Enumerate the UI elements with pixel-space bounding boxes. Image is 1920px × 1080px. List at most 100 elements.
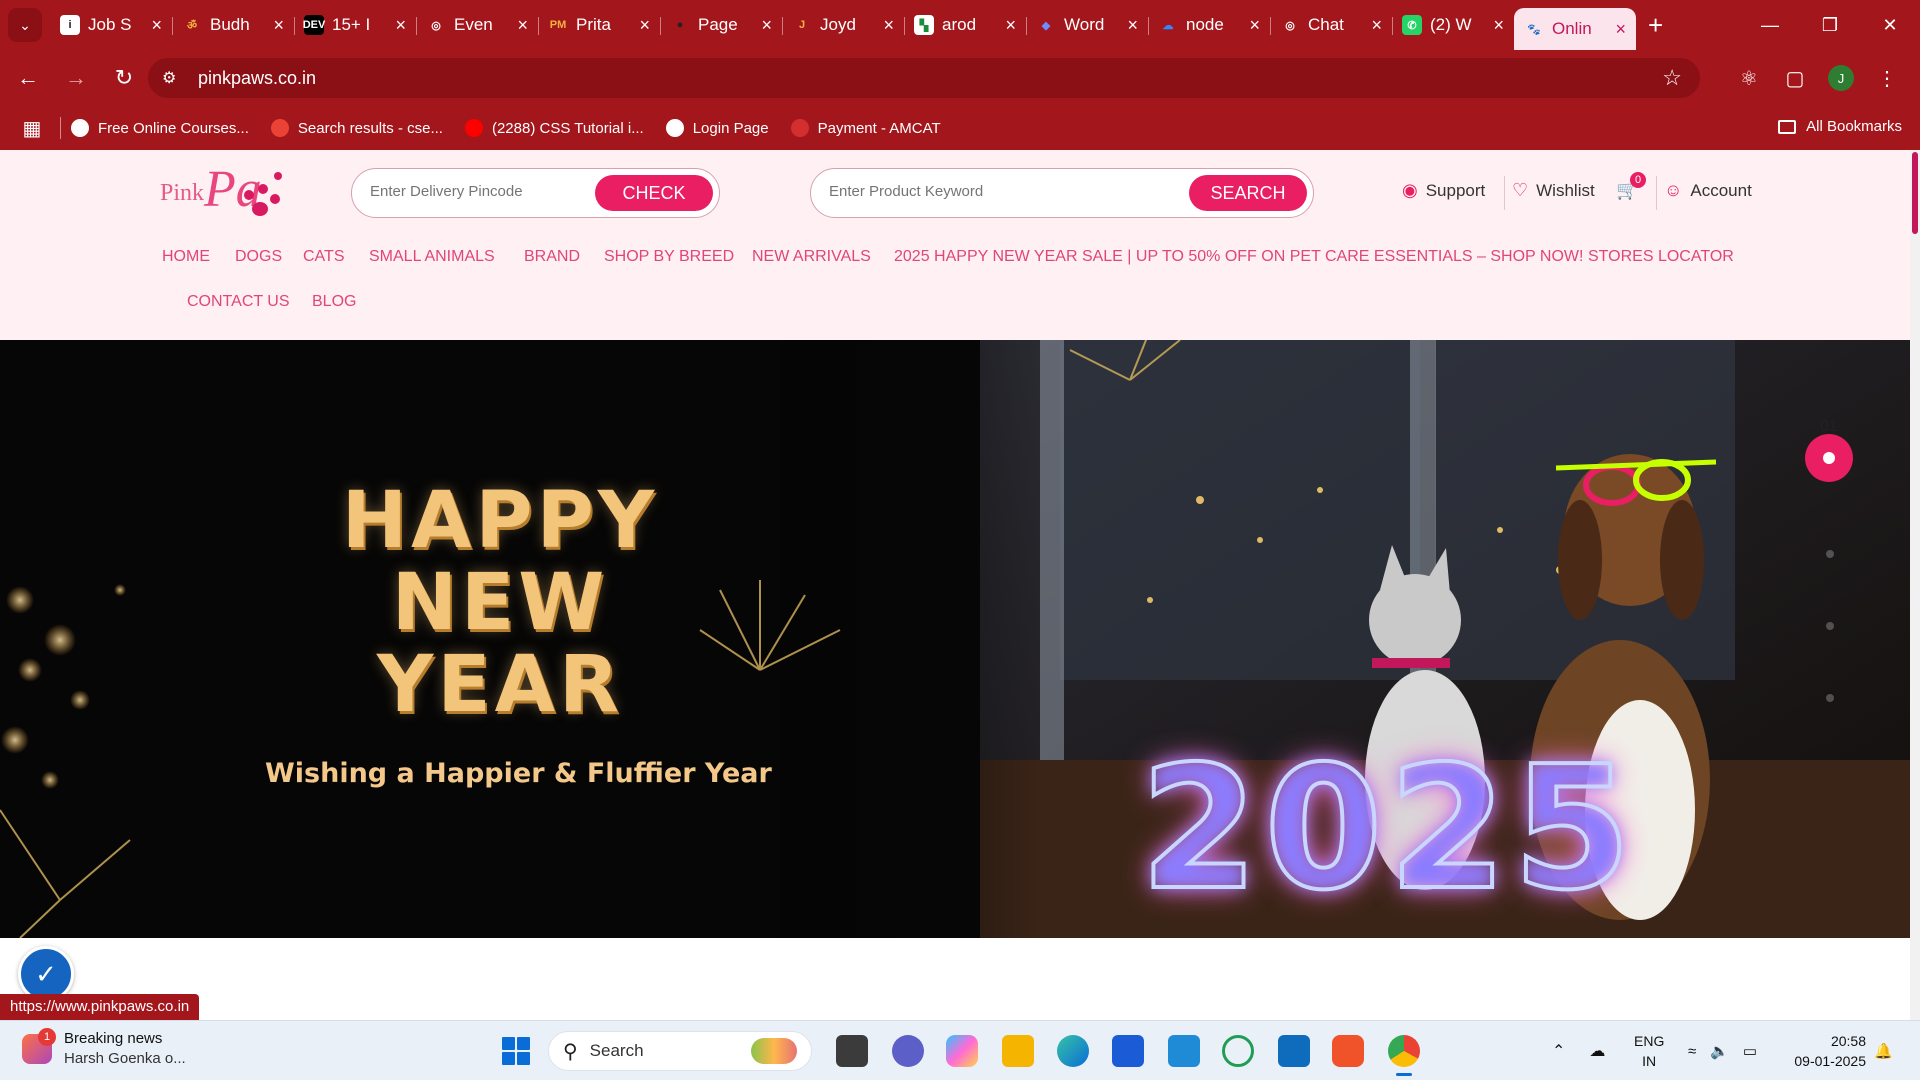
minimize-button[interactable]: — — [1740, 0, 1800, 50]
address-bar[interactable]: ⚙ pinkpaws.co.in ☆ — [148, 58, 1700, 98]
close-tab-icon[interactable]: × — [273, 15, 284, 36]
slider-dot[interactable] — [1826, 550, 1834, 558]
copilot-icon[interactable] — [946, 1035, 978, 1067]
accessibility-icon: ✓ — [35, 958, 57, 989]
check-button[interactable]: CHECK — [595, 175, 713, 211]
chevron-up-icon[interactable]: ⌃ — [1552, 1041, 1565, 1061]
browser-tab[interactable]: DEV 15+ I × — [294, 5, 416, 45]
browser-tab[interactable]: PM Prita × — [538, 5, 660, 45]
tab-search-button[interactable]: ⌄ — [8, 8, 42, 42]
profile-avatar[interactable]: J — [1828, 65, 1854, 91]
vscode-icon[interactable] — [1168, 1035, 1200, 1067]
browser-tab[interactable]: i Job S × — [50, 5, 172, 45]
news-widget[interactable]: 1 Breaking news Harsh Goenka o... — [22, 1028, 186, 1069]
browser-tab[interactable]: ॐ Budh × — [172, 5, 294, 45]
browser-tab[interactable]: ☁ node × — [1148, 5, 1270, 45]
slider-dot[interactable] — [1826, 622, 1834, 630]
clock[interactable]: 20:58 09-01-2025 — [1786, 1031, 1866, 1071]
nav-brand[interactable]: BRAND — [524, 248, 580, 266]
browser-tab[interactable]: ◎ Even × — [416, 5, 538, 45]
browser-tab[interactable]: ▚ arod × — [904, 5, 1026, 45]
browser-tab[interactable]: 🐾 Onlin × — [1514, 8, 1636, 50]
onedrive-cloud-icon[interactable]: ☁ — [1589, 1041, 1605, 1061]
pincode-input[interactable] — [370, 183, 570, 200]
bookmark-item[interactable]: (2288) CSS Tutorial i... — [464, 119, 644, 137]
cart-link[interactable]: 🛒 0 — [1616, 172, 1646, 201]
input-language[interactable]: ENG IN — [1634, 1031, 1664, 1071]
nav-blog[interactable]: BLOG — [312, 293, 356, 311]
menu-kebab-icon[interactable]: ⋮ — [1864, 66, 1910, 91]
nav-new-arrivals[interactable]: NEW ARRIVALS — [752, 248, 871, 266]
close-window-button[interactable]: ✕ — [1860, 0, 1920, 50]
extensions-puzzle-icon[interactable]: ▢ — [1772, 66, 1818, 91]
nav-home[interactable]: HOME — [162, 248, 210, 266]
meet-chat-icon[interactable] — [892, 1035, 924, 1067]
nav-stores-locator[interactable]: STORES LOCATOR — [1588, 248, 1734, 266]
restore-button[interactable]: ❐ — [1800, 0, 1860, 50]
notifications-bell-icon[interactable]: 🔔 — [1874, 1021, 1893, 1080]
news-title: Breaking news — [64, 1030, 163, 1047]
browser-tab[interactable]: ✆ (2) W × — [1392, 5, 1514, 45]
site-info-icon[interactable]: ⚙ — [162, 68, 190, 88]
url-text[interactable]: pinkpaws.co.in — [198, 68, 316, 89]
wishlist-link[interactable]: ♡ Wishlist — [1512, 180, 1595, 201]
hero-banner[interactable]: HAPPY NEW YEAR Wishing a Happier & Fluff… — [0, 340, 1910, 938]
close-tab-icon[interactable]: × — [395, 15, 406, 36]
all-bookmarks-button[interactable]: All Bookmarks — [1778, 118, 1902, 135]
bookmark-item[interactable]: Payment - AMCAT — [790, 119, 941, 137]
close-tab-icon[interactable]: × — [1127, 15, 1138, 36]
outlook-icon[interactable] — [1278, 1035, 1310, 1067]
browser-tab[interactable]: ◆ Word × — [1026, 5, 1148, 45]
mongodb-compass-icon[interactable] — [1222, 1035, 1254, 1067]
bookmark-item[interactable]: Free Online Courses... — [71, 119, 249, 137]
back-button[interactable]: ← — [8, 58, 48, 98]
scrollbar-thumb[interactable] — [1912, 152, 1918, 234]
task-view-icon[interactable] — [836, 1035, 868, 1067]
nav-dogs[interactable]: DOGS — [235, 248, 282, 266]
quick-settings[interactable]: ≈ 🔈 ▭ — [1688, 1021, 1757, 1080]
close-tab-icon[interactable]: × — [761, 15, 772, 36]
reload-button[interactable]: ↻ — [104, 58, 144, 98]
product-search-input[interactable] — [829, 183, 1169, 200]
forward-button[interactable]: → — [56, 58, 96, 98]
close-tab-icon[interactable]: × — [517, 15, 528, 36]
browser-tab[interactable]: J Joyd × — [782, 5, 904, 45]
nav-shop-by-breed[interactable]: SHOP BY BREED — [604, 248, 734, 266]
support-link[interactable]: ◉ Support — [1402, 180, 1485, 201]
close-tab-icon[interactable]: × — [1615, 19, 1626, 40]
close-tab-icon[interactable]: × — [1371, 15, 1382, 36]
edge-icon[interactable] — [1057, 1035, 1089, 1067]
close-tab-icon[interactable]: × — [1005, 15, 1016, 36]
page-scrollbar[interactable] — [1910, 150, 1920, 1020]
tab-title: Even — [454, 15, 493, 34]
brave-icon[interactable] — [1332, 1035, 1364, 1067]
store-icon[interactable] — [1112, 1035, 1144, 1067]
slider-dot[interactable] — [1826, 694, 1834, 702]
close-tab-icon[interactable]: × — [883, 15, 894, 36]
taskbar-search[interactable]: ⚲ Search — [548, 1031, 812, 1071]
close-tab-icon[interactable]: × — [151, 15, 162, 36]
close-tab-icon[interactable]: × — [639, 15, 650, 36]
new-tab-button[interactable]: + — [1648, 10, 1663, 41]
bookmark-item[interactable]: Search results - cse... — [270, 119, 443, 137]
start-button[interactable] — [502, 1037, 530, 1065]
bookmark-star-icon[interactable]: ☆ — [1662, 65, 1682, 91]
browser-tab[interactable]: ● Page × — [660, 5, 782, 45]
nav-contact-us[interactable]: CONTACT US — [187, 293, 290, 311]
close-tab-icon[interactable]: × — [1249, 15, 1260, 36]
close-tab-icon[interactable]: × — [1493, 15, 1504, 36]
apps-grid-icon[interactable]: ▦ — [12, 116, 52, 141]
nav-new-year-sale[interactable]: 2025 HAPPY NEW YEAR SALE | UP TO 50% OFF… — [894, 248, 1583, 266]
tab-title: 15+ I — [332, 15, 371, 34]
nav-small-animals[interactable]: SMALL ANIMALS — [369, 248, 495, 266]
slider-dot-active[interactable] — [1805, 434, 1853, 482]
search-button[interactable]: SEARCH — [1189, 175, 1307, 211]
atom-extension-icon[interactable]: ⚛ — [1726, 66, 1772, 91]
file-explorer-icon[interactable] — [1002, 1035, 1034, 1067]
nav-cats[interactable]: CATS — [303, 248, 344, 266]
chrome-icon[interactable] — [1388, 1035, 1420, 1076]
account-link[interactable]: ☺ Account — [1664, 180, 1752, 201]
browser-tab[interactable]: ◎ Chat × — [1270, 5, 1392, 45]
bookmark-item[interactable]: Login Page — [665, 119, 769, 137]
site-logo[interactable]: Pink Pa — [160, 160, 290, 230]
